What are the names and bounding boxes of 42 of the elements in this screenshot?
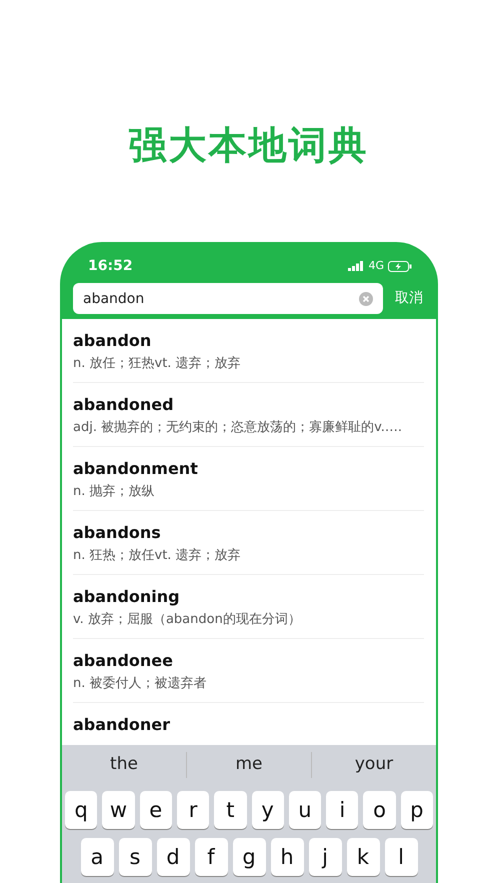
key[interactable]: h <box>270 838 304 876</box>
network-label: 4G <box>368 258 384 274</box>
search-field[interactable]: abandon <box>73 283 383 314</box>
key[interactable]: i <box>326 791 358 829</box>
result-word[interactable]: abandons <box>73 523 424 543</box>
key[interactable]: s <box>118 838 152 876</box>
key[interactable]: o <box>363 791 396 829</box>
result-word[interactable]: abandonee <box>73 651 424 671</box>
key[interactable]: p <box>400 791 433 829</box>
key[interactable]: g <box>232 838 266 876</box>
result-definition: adj. 被抛弃的；无约束的；恣意放荡的；寡廉鲜耻的v.…. <box>73 419 404 437</box>
suggestion[interactable]: your <box>311 752 436 778</box>
result-word[interactable]: abandonment <box>73 459 424 479</box>
key[interactable]: e <box>140 791 172 829</box>
key[interactable]: f <box>194 838 228 876</box>
result-definition: n. 抛弃；放纵 <box>73 483 156 501</box>
key[interactable]: a <box>80 838 114 876</box>
status-time: 16:52 <box>88 256 133 276</box>
result-definition: n. 狂热；放任vt. 遗弃；放弃 <box>73 547 242 565</box>
key[interactable]: y <box>252 791 284 829</box>
result-definition: n. 被委付人；被遗弃者 <box>73 675 208 693</box>
key[interactable]: w <box>102 791 135 829</box>
suggestion[interactable]: me <box>186 752 311 778</box>
key[interactable]: k <box>346 838 380 876</box>
key[interactable]: l <box>384 838 418 876</box>
signal-icon <box>348 261 364 271</box>
result-word[interactable]: abandoning <box>73 587 424 607</box>
key[interactable]: u <box>288 791 322 829</box>
result-word[interactable]: abandoned <box>73 395 424 415</box>
result-definition: v. 放弃；屈服（abandon的现在分词） <box>73 611 302 629</box>
key[interactable]: q <box>65 791 98 829</box>
key[interactable]: j <box>308 838 342 876</box>
key[interactable]: d <box>156 838 190 876</box>
suggestion[interactable]: the <box>62 752 186 778</box>
result-word[interactable]: abandon <box>73 331 424 351</box>
battery-charging-icon <box>388 260 412 272</box>
key[interactable]: t <box>214 791 246 829</box>
clear-icon[interactable] <box>359 292 373 306</box>
result-definition: n. 放任；狂热vt. 遗弃；放弃 <box>73 355 242 373</box>
key[interactable]: r <box>176 791 210 829</box>
headline: 强大本地词典 <box>128 123 368 167</box>
result-word[interactable]: abandoner <box>73 715 424 735</box>
